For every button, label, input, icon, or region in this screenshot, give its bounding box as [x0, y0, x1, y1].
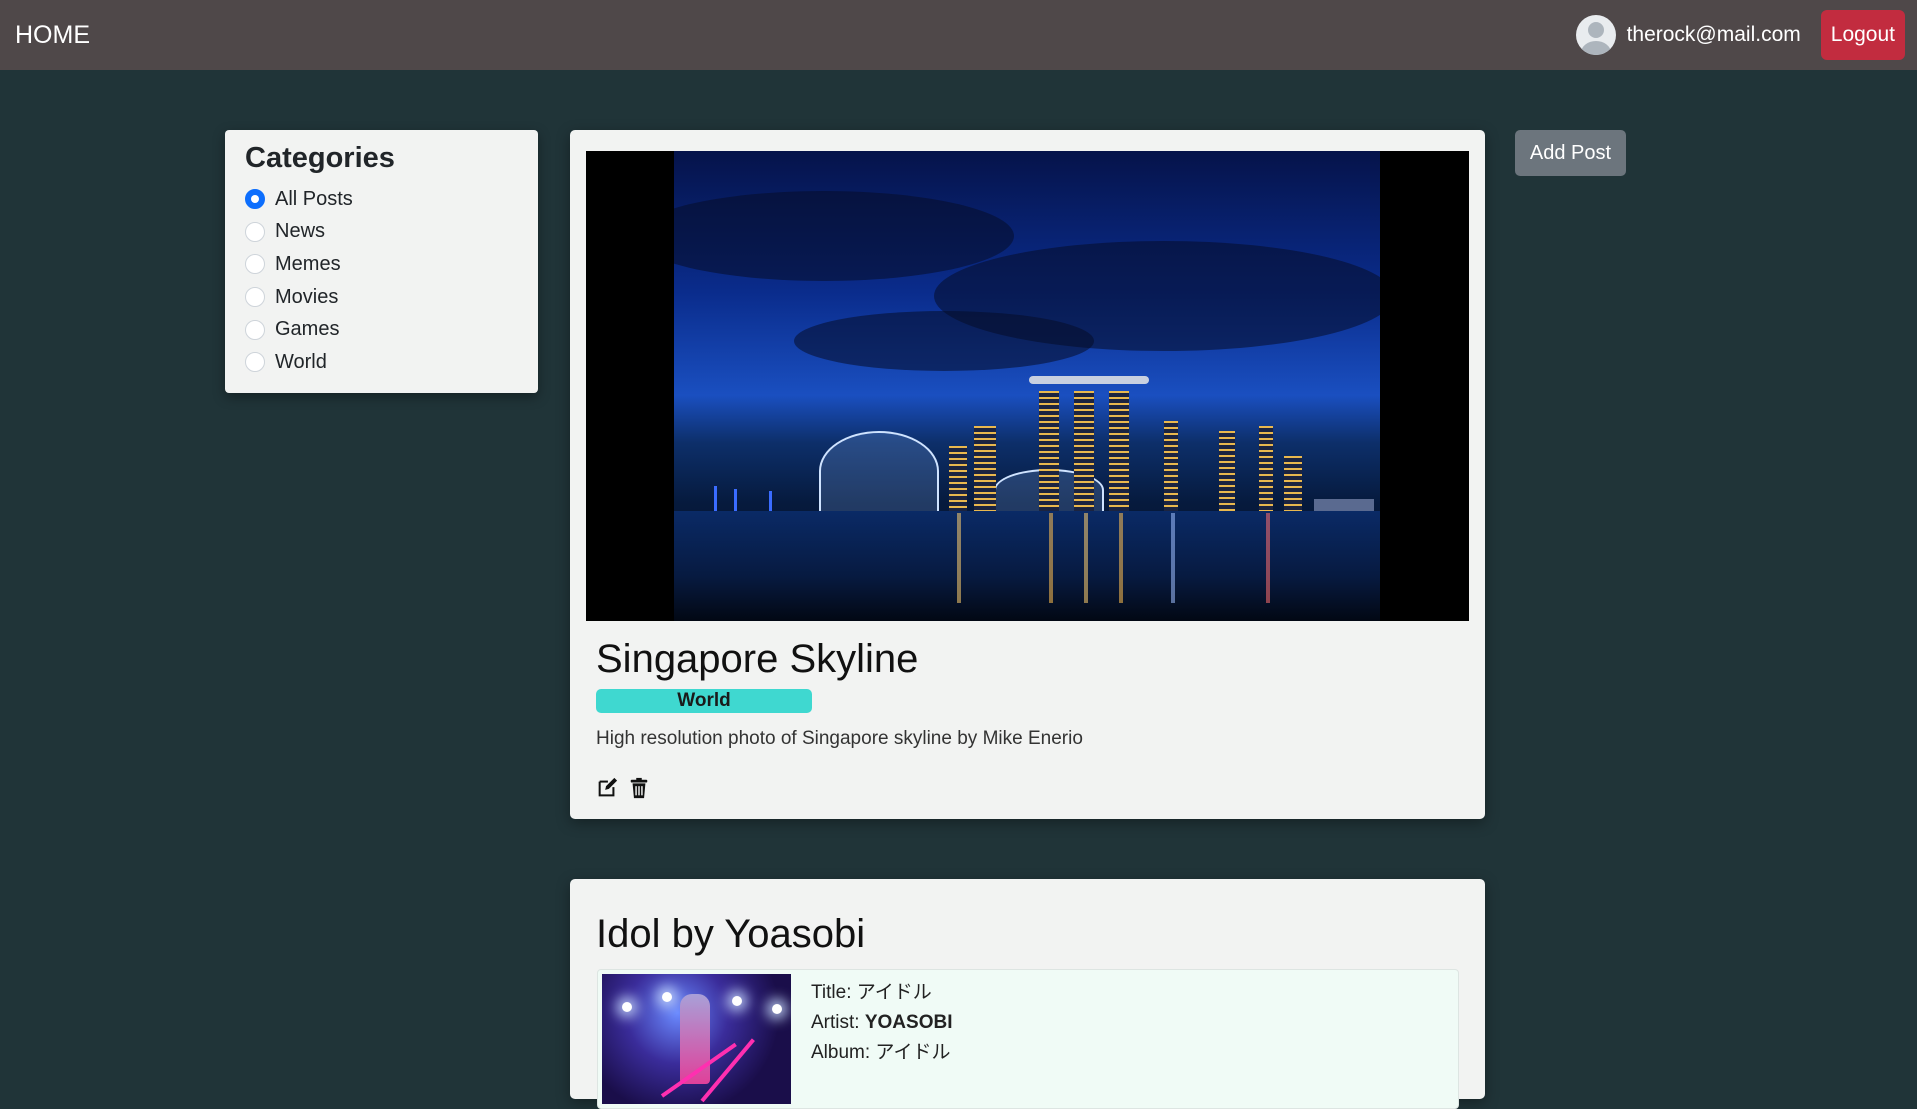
- skyline-photo: [674, 151, 1380, 621]
- post-card: Singapore Skyline World High resolution …: [570, 130, 1485, 819]
- category-label: World: [275, 350, 327, 373]
- category-world[interactable]: World: [245, 346, 518, 379]
- category-label: All Posts: [275, 187, 353, 210]
- categories-panel: Categories All Posts News Memes Movies G…: [225, 130, 538, 393]
- music-album-row: Album: アイドル: [811, 1038, 952, 1068]
- home-link[interactable]: HOME: [15, 21, 90, 50]
- music-artist-row: Artist: YOASOBI: [811, 1008, 952, 1038]
- music-artist-label: Artist:: [811, 1012, 860, 1033]
- category-games[interactable]: Games: [245, 313, 518, 346]
- post-title: Singapore Skyline: [596, 637, 919, 681]
- music-embed: Title: アイドル Artist: YOASOBI Album: アイドル: [597, 969, 1459, 1109]
- edit-icon[interactable]: [596, 777, 618, 799]
- category-news[interactable]: News: [245, 216, 518, 249]
- music-title-label: Title:: [811, 982, 852, 1003]
- category-label: Memes: [275, 252, 341, 275]
- radio-button[interactable]: [245, 221, 265, 242]
- music-title-value: アイドル: [856, 982, 932, 1003]
- category-movies[interactable]: Movies: [245, 281, 518, 314]
- post-image: [586, 151, 1469, 621]
- music-album-label: Album:: [811, 1042, 871, 1063]
- music-info: Title: アイドル Artist: YOASOBI Album: アイドル: [811, 978, 952, 1068]
- radio-button[interactable]: [245, 254, 265, 275]
- music-title-row: Title: アイドル: [811, 978, 952, 1008]
- radio-button[interactable]: [245, 189, 265, 210]
- radio-button[interactable]: [245, 287, 265, 308]
- navbar: HOME therock@mail.com Logout: [0, 0, 1917, 70]
- user-email: therock@mail.com: [1626, 23, 1801, 46]
- avatar-icon: [1575, 15, 1616, 55]
- post-card: Idol by Yoasobi Title: アイドル Artist: YOAS…: [570, 879, 1485, 1109]
- user-area: therock@mail.com Logout: [1575, 10, 1905, 60]
- radio-button[interactable]: [245, 319, 265, 340]
- category-label: Movies: [275, 285, 339, 308]
- post-actions: [596, 777, 650, 799]
- post-description: High resolution photo of Singapore skyli…: [596, 728, 1083, 749]
- trash-icon[interactable]: [628, 777, 650, 799]
- category-label: News: [275, 220, 326, 243]
- music-artist-value: YOASOBI: [864, 1012, 953, 1033]
- category-all-posts[interactable]: All Posts: [245, 183, 518, 216]
- music-album-value: アイドル: [875, 1042, 951, 1063]
- category-memes[interactable]: Memes: [245, 248, 518, 281]
- add-post-button[interactable]: Add Post: [1515, 130, 1626, 176]
- category-label: Games: [275, 318, 340, 341]
- post-title: Idol by Yoasobi: [596, 912, 866, 956]
- album-art: [602, 974, 791, 1104]
- category-badge: World: [596, 689, 812, 713]
- logout-button[interactable]: Logout: [1820, 10, 1905, 60]
- radio-button[interactable]: [245, 352, 265, 373]
- categories-title: Categories: [245, 142, 395, 174]
